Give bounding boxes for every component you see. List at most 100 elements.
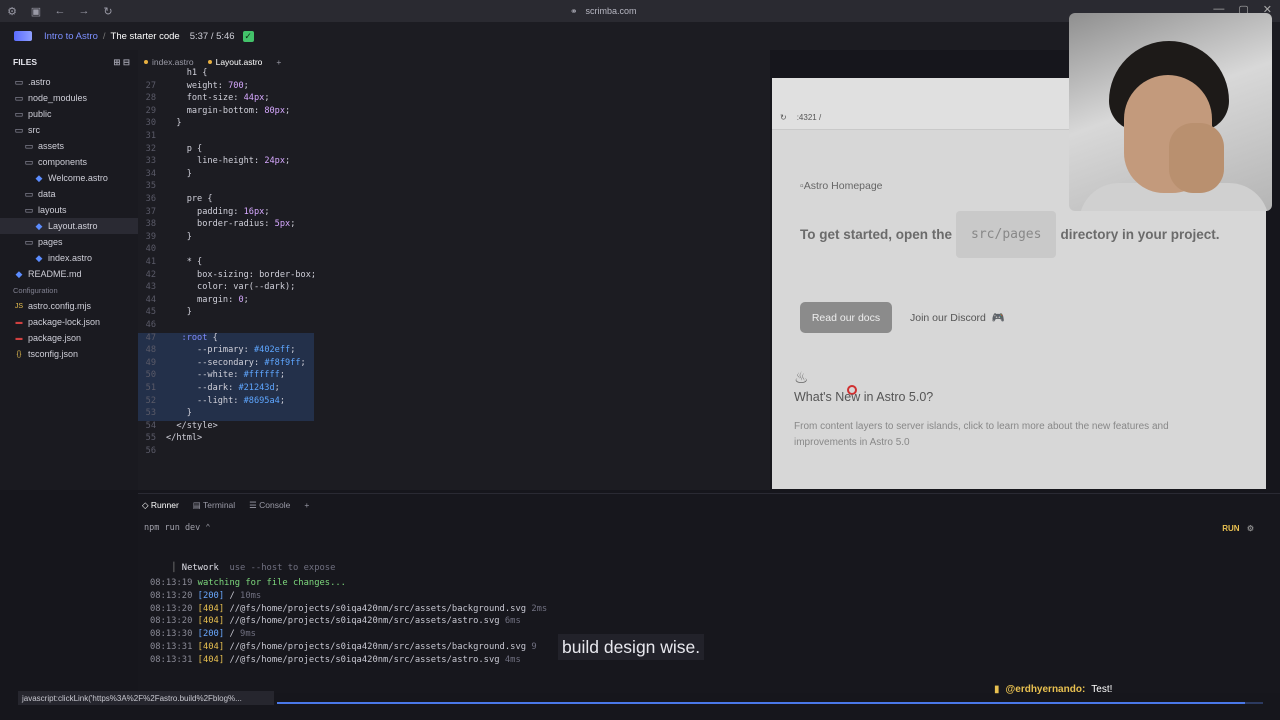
flame-icon: ♨ <box>794 370 809 387</box>
run-button-label: RUN <box>1222 524 1240 533</box>
run-button[interactable]: RUN ⚙ <box>1222 524 1254 533</box>
folder-item[interactable]: ▭ .astro <box>0 74 138 90</box>
folder-item[interactable]: ▭ node_modules <box>0 90 138 106</box>
file-item[interactable]: ◆ Welcome.astro <box>0 170 138 186</box>
getting-started-text: To get started, open the src/pages direc… <box>800 211 1220 258</box>
folder-item[interactable]: ▭ src <box>0 122 138 138</box>
code-text: * { <box>166 257 203 267</box>
folder-item[interactable]: ▭ data <box>0 186 138 202</box>
log-status: [200] <box>197 629 225 640</box>
file-label: index.astro <box>48 253 93 263</box>
forward-icon[interactable]: → <box>72 5 96 17</box>
file-item[interactable]: ◆ README.md <box>0 266 138 282</box>
code-text: } <box>166 307 192 318</box>
discord-link-label: Join our Discord <box>910 311 986 324</box>
code-line: 32 p { <box>138 144 758 157</box>
course-link[interactable]: Intro to Astro <box>44 31 98 42</box>
folder-item[interactable]: ▭ components <box>0 154 138 170</box>
code-line: 44 margin: 0; <box>138 295 758 308</box>
panel-tab[interactable]: ☰ Console <box>249 500 290 511</box>
file-label: components <box>38 157 88 167</box>
code-editor[interactable]: index.astro Layout.astro + h1 {27 weight:… <box>138 50 770 490</box>
webcam-hand <box>1169 123 1224 193</box>
news-description: From content layers to server islands, c… <box>794 421 1169 448</box>
config-file-icon: {} <box>16 350 22 358</box>
config-file-item[interactable]: ▬ package.json <box>0 330 138 346</box>
scrimba-logo-icon[interactable] <box>14 31 32 41</box>
file-item[interactable]: ◆ index.astro <box>0 250 138 266</box>
config-file-item[interactable]: ▬ package-lock.json <box>0 314 138 330</box>
code-text: p { <box>166 143 203 154</box>
log-time: 08:13:31 <box>150 642 198 652</box>
preview-reload-icon[interactable]: ↻ <box>780 113 787 122</box>
code-text: line-height: 24px; <box>166 156 291 167</box>
config-file-item[interactable]: {} tsconfig.json <box>0 346 138 362</box>
read-docs-button[interactable]: Read our docs <box>800 302 892 333</box>
log-duration: 4ms <box>504 654 521 665</box>
chat-message: ▮ @erdhyernando: Test! <box>994 684 1112 695</box>
add-tab-button[interactable]: + <box>276 57 281 67</box>
code-line: 34 } <box>138 169 758 182</box>
back-icon[interactable]: ← <box>48 5 72 17</box>
line-number: 34 <box>145 168 156 179</box>
panel-tab[interactable]: ◇ Runner <box>142 500 179 511</box>
line-number: 27 <box>145 80 156 91</box>
log-path: watching for file changes... <box>197 578 346 588</box>
code-line: 39 } <box>138 232 758 245</box>
editor-tab[interactable]: index.astro <box>144 57 194 67</box>
line-number: 33 <box>145 156 156 167</box>
folder-icon: ▭ <box>24 204 34 215</box>
news-title[interactable]: What's New in Astro 5.0? <box>794 390 933 404</box>
terminal-line: 08:13:19 watching for file changes... <box>150 578 346 588</box>
config-file-item[interactable]: JS astro.config.mjs <box>0 298 138 314</box>
code-text: } <box>166 168 192 179</box>
config-file-icon: ▬ <box>15 318 23 326</box>
code-area[interactable]: h1 {27 weight: 700; 28 font-size: 44px; 29… <box>138 68 770 488</box>
sidebar-icon[interactable]: ▣ <box>24 5 48 18</box>
terminal-line: 08:13:30 [200] / 9ms <box>150 629 256 639</box>
video-progress-bar[interactable] <box>277 702 1263 704</box>
terminal-line: 08:13:31 [404] //@fs/home/projects/s0iqa… <box>150 655 521 665</box>
modified-dot-icon <box>207 60 212 64</box>
log-status: [404] <box>197 616 225 627</box>
chat-user[interactable]: @erdhyernando: <box>1006 684 1086 695</box>
folder-item[interactable]: ▭ assets <box>0 138 138 154</box>
address-bar[interactable]: ⚭ scrimba.com <box>570 4 680 18</box>
line-number: 47 <box>145 332 156 343</box>
app-icon[interactable]: ⚙ <box>0 5 24 18</box>
subtitle-part-a: build design <box>562 636 656 657</box>
folder-item[interactable]: ▭ layouts <box>0 202 138 218</box>
src-pages-code: src/pages <box>956 211 1057 258</box>
reload-icon[interactable]: ↻ <box>96 5 120 18</box>
started-text-before: To get started, open the <box>800 227 953 242</box>
folder-item[interactable]: ▭ public <box>0 106 138 122</box>
editor-tab[interactable]: Layout.astro <box>207 57 262 67</box>
code-line: 51 --dark: #21243d; <box>138 383 314 396</box>
log-time: 08:13:30 <box>150 629 198 640</box>
panel-tab[interactable]: ▤ Terminal <box>193 500 235 511</box>
completed-check-icon[interactable]: ✓ <box>242 30 254 42</box>
code-text: --white: #ffffff; <box>166 370 286 381</box>
line-number: 37 <box>145 206 156 217</box>
add-panel-tab-button[interactable]: + <box>304 500 309 510</box>
code-text: box-sizing: border-box; <box>166 269 317 280</box>
subtitle-part-b: wise. <box>660 636 701 657</box>
broken-image-alt: Astro Homepage <box>803 180 883 192</box>
log-duration: 6ms <box>504 616 521 627</box>
run-command: npm run dev ⌃ <box>144 523 211 533</box>
file-icon: ◆ <box>35 172 43 183</box>
settings-icon[interactable]: ⚙ <box>1247 524 1254 533</box>
config-file-icon: JS <box>14 302 24 310</box>
line-number: 32 <box>145 143 156 154</box>
discord-link[interactable]: Join our Discord 🎮 <box>910 302 1005 333</box>
code-line: 55 </html> <box>138 433 758 446</box>
code-text: margin-bottom: 80px; <box>166 105 291 116</box>
video-subtitle: build design wise. <box>558 634 705 660</box>
file-label: pages <box>38 237 63 247</box>
panel-tab-list: ◇ Runner ▤ Terminal ☰ Console <box>142 500 290 511</box>
network-hint: use --host to expose <box>229 563 336 573</box>
folder-item[interactable]: ▭ pages <box>0 234 138 250</box>
file-item[interactable]: ◆ Layout.astro <box>0 218 138 234</box>
chat-text: Test! <box>1091 684 1113 695</box>
new-file-icon[interactable]: ⊞ ⊟ <box>113 57 130 68</box>
